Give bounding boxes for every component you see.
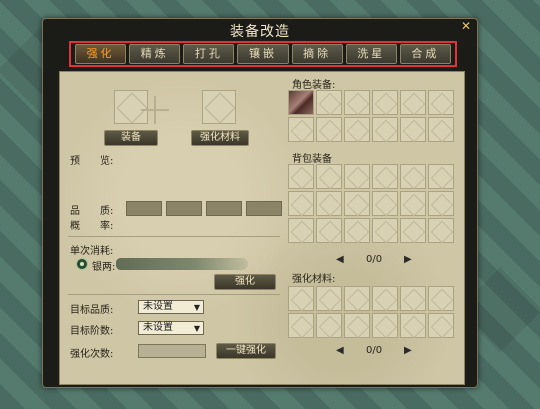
material-section-label: 强化材料: — [292, 274, 336, 285]
grid-cell[interactable] — [372, 313, 398, 338]
grid-cell[interactable] — [400, 218, 426, 243]
grid-cell[interactable] — [344, 164, 370, 189]
grid-cell[interactable] — [316, 191, 342, 216]
single-cost-label: 单次消耗: — [70, 246, 114, 257]
arrow-left-icon[interactable]: ◀ — [336, 345, 344, 356]
grid-cell[interactable] — [316, 164, 342, 189]
target-level-label: 目标阶数: — [70, 326, 114, 337]
grid-cell[interactable] — [288, 191, 314, 216]
divider — [68, 294, 280, 295]
material-pager: 0/0 — [366, 345, 383, 356]
arrow-left-icon[interactable]: ◀ — [336, 254, 344, 265]
quality-label: 品 质: — [70, 206, 114, 217]
grid-cell[interactable] — [344, 313, 370, 338]
grid-cell[interactable] — [428, 164, 454, 189]
grid-cell[interactable] — [428, 191, 454, 216]
grid-cell[interactable] — [372, 218, 398, 243]
grid-cell[interactable] — [288, 286, 314, 311]
grid-cell[interactable] — [400, 313, 426, 338]
grid-cell[interactable] — [288, 117, 314, 142]
tab-strengthen[interactable]: 强化 — [75, 44, 127, 64]
grid-cell[interactable] — [400, 164, 426, 189]
grid-cell[interactable] — [372, 117, 398, 142]
grid-cell[interactable] — [428, 313, 454, 338]
bag-equip-label: 背包装备 — [292, 154, 332, 165]
silver-label: 银两: — [92, 262, 116, 273]
plus-icon — [154, 96, 156, 124]
material-grid — [288, 286, 454, 338]
chevron-down-icon: ▼ — [193, 303, 200, 312]
grid-cell[interactable] — [428, 117, 454, 142]
grid-cell[interactable] — [400, 191, 426, 216]
target-level-value: 未设置 — [143, 322, 173, 333]
target-quality-value: 未设置 — [143, 301, 173, 312]
tab-refine[interactable]: 精炼 — [129, 44, 181, 64]
grid-cell[interactable] — [316, 117, 342, 142]
strengthen-count-input[interactable] — [138, 344, 206, 358]
role-equip-grid — [288, 90, 454, 142]
target-quality-label: 目标品质: — [70, 305, 114, 316]
material-slot[interactable] — [202, 90, 236, 124]
grid-cell[interactable] — [372, 90, 398, 115]
strengthen-button[interactable]: 强化 — [214, 274, 276, 290]
grid-cell[interactable] — [316, 286, 342, 311]
arrow-right-icon[interactable]: ▶ — [404, 254, 412, 265]
grid-cell[interactable] — [288, 313, 314, 338]
window-title: 装备改造 — [230, 24, 290, 40]
grid-cell[interactable] — [288, 164, 314, 189]
equip-label: 装备 — [104, 130, 158, 146]
quality-box — [206, 201, 242, 216]
grid-cell[interactable] — [428, 286, 454, 311]
preview-label: 预 览: — [70, 156, 114, 167]
bag-pager: 0/0 — [366, 254, 383, 265]
grid-cell[interactable] — [372, 191, 398, 216]
material-label: 强化材料 — [191, 130, 249, 146]
grid-cell[interactable] — [344, 218, 370, 243]
tab-punch[interactable]: 打孔 — [183, 44, 235, 64]
strengthen-count-label: 强化次数: — [70, 349, 114, 360]
quality-box — [246, 201, 282, 216]
grid-cell[interactable] — [400, 286, 426, 311]
grid-cell[interactable] — [316, 313, 342, 338]
tab-bar: 强化 精炼 打孔 镶嵌 摘除 洗星 合成 — [69, 41, 457, 67]
grid-cell[interactable] — [344, 117, 370, 142]
grid-cell[interactable] — [400, 90, 426, 115]
grid-cell[interactable] — [372, 286, 398, 311]
target-quality-select[interactable]: 未设置 ▼ — [138, 300, 204, 314]
grid-cell[interactable] — [316, 90, 342, 115]
bag-equip-grid — [288, 164, 454, 243]
grid-cell[interactable] — [288, 218, 314, 243]
arrow-right-icon[interactable]: ▶ — [404, 345, 412, 356]
grid-cell[interactable] — [372, 164, 398, 189]
silver-radio[interactable] — [76, 258, 88, 270]
one-key-strengthen-button[interactable]: 一键强化 — [216, 343, 276, 359]
equipment-modify-window: 装备改造 ✕ 强化 精炼 打孔 镶嵌 摘除 洗星 合成 装备 强化材料 预 览:… — [42, 18, 478, 388]
chevron-down-icon: ▼ — [193, 324, 200, 333]
target-level-select[interactable]: 未设置 ▼ — [138, 321, 204, 335]
grid-cell[interactable] — [344, 286, 370, 311]
role-equip-label: 角色装备: — [292, 80, 336, 91]
main-panel: 装备 强化材料 预 览: 品 质: 概 率: 单次消耗: 银两: 强化 目标品质… — [59, 71, 465, 385]
grid-cell[interactable] — [428, 90, 454, 115]
grid-cell[interactable] — [428, 218, 454, 243]
rate-label: 概 率: — [70, 221, 114, 232]
tab-inlay[interactable]: 镶嵌 — [237, 44, 289, 64]
tab-combine[interactable]: 合成 — [399, 44, 451, 64]
close-icon[interactable]: ✕ — [461, 19, 471, 33]
quality-box — [166, 201, 202, 216]
grid-cell[interactable] — [400, 117, 426, 142]
grid-cell[interactable] — [344, 191, 370, 216]
tab-remove[interactable]: 摘除 — [291, 44, 343, 64]
equipped-item[interactable] — [288, 90, 314, 115]
divider — [68, 236, 280, 237]
silver-amount-bar — [116, 258, 248, 270]
equip-slot[interactable] — [114, 90, 148, 124]
grid-cell[interactable] — [344, 90, 370, 115]
quality-box — [126, 201, 162, 216]
grid-cell[interactable] — [316, 218, 342, 243]
tab-reroll-star[interactable]: 洗星 — [345, 44, 397, 64]
